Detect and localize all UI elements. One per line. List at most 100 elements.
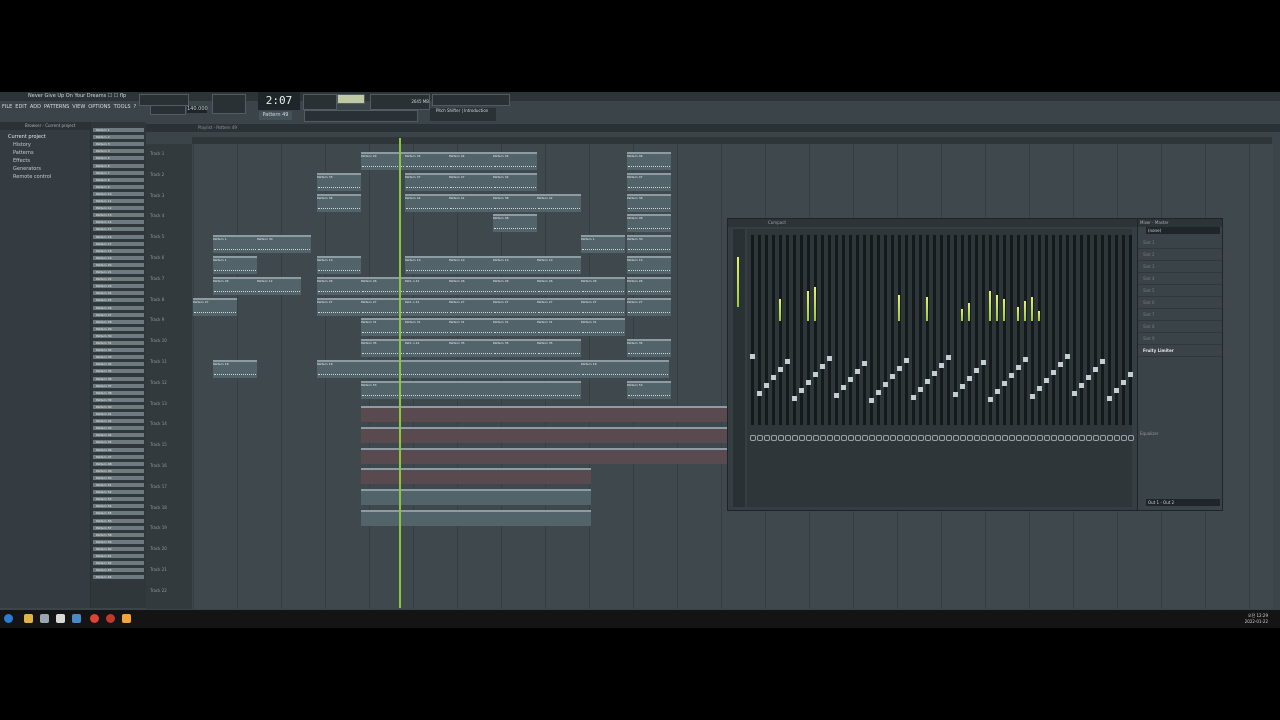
track-label[interactable]: Track 19 <box>150 525 167 530</box>
channel-button[interactable]: Pattern 11 <box>93 199 144 203</box>
volume-fader[interactable] <box>1079 383 1084 388</box>
track-label[interactable]: Track 2 <box>150 172 164 177</box>
channel-button[interactable]: Pattern 25 <box>93 298 144 303</box>
mixer-track[interactable] <box>933 235 936 425</box>
timeline-ruler[interactable] <box>192 137 1272 144</box>
mixer-track[interactable] <box>758 235 761 425</box>
channel-button[interactable]: Pattern 50 <box>93 475 144 480</box>
pattern-clip[interactable]: Pattern 35 <box>537 339 581 358</box>
channel-button[interactable]: Pattern 1 <box>93 128 144 132</box>
channel-button[interactable]: Pattern 17 <box>93 241 144 246</box>
mixer-track[interactable] <box>1087 235 1090 425</box>
pan-knob[interactable] <box>1002 435 1008 441</box>
volume-fader[interactable] <box>1016 365 1021 370</box>
channel-button[interactable]: Pattern 13 <box>93 213 144 218</box>
browser-item[interactable]: Remote control <box>8 173 90 181</box>
channel-button[interactable]: Pattern 53 <box>93 497 144 502</box>
pattern-clip[interactable]: Pattern 26 <box>213 276 257 295</box>
track-label[interactable]: Track 11 <box>150 359 167 364</box>
channel-button[interactable]: Pattern 7 <box>93 170 144 175</box>
mixer-track[interactable] <box>1038 235 1041 425</box>
pattern-clip[interactable]: Pattern 26 <box>449 276 493 295</box>
track-label[interactable]: Track 18 <box>150 505 167 510</box>
pattern-clip[interactable]: Pattern 26 <box>627 276 671 295</box>
pattern-selector[interactable]: Pattern 49 <box>259 111 292 120</box>
channel-button[interactable]: Pattern 48 <box>93 461 144 466</box>
channel-button[interactable]: Pattern 43 <box>93 426 144 431</box>
pattern-clip[interactable]: Pattern 48 <box>627 214 671 233</box>
volume-fader[interactable] <box>1107 396 1112 401</box>
pattern-clip[interactable]: Pattern 47 <box>627 172 671 191</box>
pan-knob[interactable] <box>1100 435 1106 441</box>
pan-knob[interactable] <box>953 435 959 441</box>
pan-knob[interactable] <box>792 435 798 441</box>
fx-slot[interactable]: Slot 6 <box>1138 297 1222 309</box>
mixer-track[interactable] <box>1122 235 1125 425</box>
pan-knob[interactable] <box>750 435 756 441</box>
pan-knob[interactable] <box>1037 435 1043 441</box>
channel-button[interactable]: Pattern 37 <box>93 383 144 388</box>
volume-fader[interactable] <box>785 359 790 364</box>
mixer-track[interactable] <box>1101 235 1104 425</box>
pan-knob[interactable] <box>1030 435 1036 441</box>
volume-fader[interactable] <box>1093 367 1098 372</box>
channel-button[interactable]: Pattern 38 <box>93 390 144 395</box>
volume-fader[interactable] <box>890 374 895 379</box>
pan-knob[interactable] <box>939 435 945 441</box>
track-label[interactable]: Track 13 <box>150 401 167 406</box>
mixer-track[interactable] <box>1052 235 1055 425</box>
track-label[interactable]: Track 14 <box>150 421 167 426</box>
pan-knob[interactable] <box>1079 435 1085 441</box>
pan-knob[interactable] <box>918 435 924 441</box>
mixer-track[interactable] <box>849 235 852 425</box>
channel-button[interactable]: Pattern 34 <box>93 362 144 367</box>
snap-tools[interactable] <box>212 94 246 114</box>
volume-fader[interactable] <box>946 355 951 360</box>
track-label[interactable]: Track 10 <box>150 338 167 343</box>
pan-knob[interactable] <box>890 435 896 441</box>
channel-button[interactable]: Pattern 47 <box>93 454 144 459</box>
pattern-clip[interactable]: Pattern 33 <box>317 172 361 191</box>
channel-button[interactable]: Pattern 8 <box>93 177 144 182</box>
pattern-clip[interactable]: Pattern 31 <box>405 318 449 337</box>
mixer-track[interactable] <box>1024 235 1027 425</box>
channel-button[interactable]: Pattern 14 <box>93 220 144 225</box>
channel-button[interactable]: Pattern 56 <box>93 518 144 523</box>
channel-button[interactable]: Pattern 18 <box>93 248 144 253</box>
volume-fader[interactable] <box>855 369 860 374</box>
pattern-clip[interactable]: Pattern 19 <box>537 256 581 274</box>
volume-fader[interactable] <box>918 387 923 392</box>
volume-fader[interactable] <box>1009 373 1014 378</box>
fx-slot[interactable]: Slot 4 <box>1138 273 1222 285</box>
channel-button[interactable]: Pattern 16 <box>93 234 144 239</box>
volume-fader[interactable] <box>988 397 993 402</box>
mixer-track[interactable] <box>877 235 880 425</box>
fx-slot[interactable]: Slot 9 <box>1138 333 1222 345</box>
channel-button[interactable]: Pattern 44 <box>93 433 144 438</box>
mixer-track[interactable] <box>1129 235 1132 425</box>
pattern-clip[interactable]: Pattern 18 <box>317 360 583 378</box>
channel-button[interactable]: Pattern 23 <box>93 284 144 289</box>
mixer-track[interactable] <box>1094 235 1097 425</box>
mixer-track[interactable] <box>870 235 873 425</box>
pattern-clip[interactable]: Pattern 31 <box>493 318 537 337</box>
pattern-clip[interactable]: Patt..n 41 <box>405 276 449 295</box>
volume-fader[interactable] <box>799 388 804 393</box>
mixer-track[interactable] <box>996 235 999 425</box>
pan-knob[interactable] <box>1128 435 1134 441</box>
pan-knob[interactable] <box>1093 435 1099 441</box>
mixer-track[interactable] <box>1010 235 1013 425</box>
volume-fader[interactable] <box>925 379 930 384</box>
pattern-clip[interactable]: Pattern 26 <box>317 276 361 295</box>
pan-knob[interactable] <box>778 435 784 441</box>
pattern-clip[interactable]: Pattern 19 <box>317 256 361 274</box>
pan-knob[interactable] <box>869 435 875 441</box>
drum-clip[interactable] <box>361 510 591 526</box>
track-label[interactable]: Track 12 <box>150 380 167 385</box>
channel-button[interactable]: Pattern 6 <box>93 163 144 168</box>
pattern-clip[interactable]: Pattern 27 <box>581 297 625 316</box>
channel-button[interactable]: Pattern 27 <box>93 312 144 317</box>
app-icon[interactable] <box>40 614 49 623</box>
channel-button[interactable]: Pattern 57 <box>93 525 144 530</box>
pan-knob[interactable] <box>974 435 980 441</box>
